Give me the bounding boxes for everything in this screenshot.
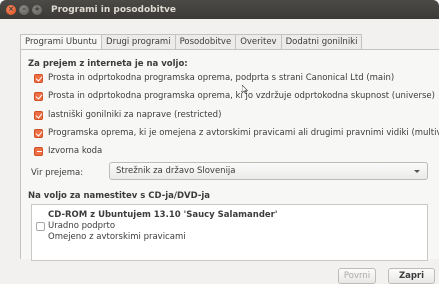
checkbox-icon[interactable] [34,91,43,101]
checkbox-label: Programska oprema, ki je omejena z avtor… [48,128,439,138]
tab-updates[interactable]: Posodobitve [175,34,237,50]
tab-additional-drivers[interactable]: Dodatni gonilniki [281,34,363,50]
checkbox-label: lastniški gonilniki za naprave (restrict… [48,110,222,120]
cdrom-checkbox[interactable] [36,222,45,231]
checkbox-icon[interactable] [34,73,43,83]
close-window-icon[interactable]: × [6,4,16,15]
cdrom-heading: Na voljo za namestitev s CD-ja/DVD-ja [28,191,211,201]
source-restricted-checkbox[interactable]: lastniški gonilniki za naprave (restrict… [34,109,221,121]
close-button[interactable]: Zapri [388,268,435,284]
checkbox-label: Prosta in odprtokodna programska oprema,… [48,73,395,83]
cdrom-list: CD-ROM z Ubuntujem 13.10 'Saucy Salamand… [31,204,428,261]
software-sources-window: × – + Programi in posodobitve Programi U… [0,0,439,284]
source-multiverse-checkbox[interactable]: Programska oprema, ki je omejena z avtor… [34,127,439,139]
checkbox-icon[interactable] [34,146,43,156]
source-main-checkbox[interactable]: Prosta in odprtokodna programska oprema,… [34,72,394,84]
source-universe-checkbox[interactable]: Prosta in odprtokodna programska oprema,… [34,90,435,102]
download-server-select[interactable]: Strežnik za državo Slovenija [109,162,428,180]
download-from-label: Vir prejema: [31,168,84,178]
checkbox-icon[interactable] [34,110,43,120]
checkbox-label: Izvorna koda [48,146,103,156]
cdrom-title: CD-ROM z Ubuntujem 13.10 'Saucy Salamand… [48,210,278,220]
internet-heading: Za prejem z interneta je na voljo: [28,59,188,69]
download-server-value: Strežnik za državo Slovenija [116,166,236,176]
tab-other-software[interactable]: Drugi programi [102,34,176,50]
minimize-window-icon[interactable]: – [19,4,29,15]
tab-panel: Za prejem z interneta je na voljo: Prost… [20,49,439,261]
cdrom-license-text: Omejeno z avtorskimi pravicami [48,232,186,242]
mouse-cursor-icon [242,85,248,94]
revert-button[interactable]: Povrni [338,268,376,284]
maximize-window-icon[interactable]: + [32,4,42,15]
source-code-checkbox[interactable]: Izvorna koda [34,145,102,157]
window-title: Programi in posodobitve [51,4,176,15]
tab-bar: Programi Ubuntu Drugi programi Posodobit… [20,34,363,50]
chevron-down-icon [414,170,420,173]
tab-authentication[interactable]: Overitev [236,34,282,50]
cdrom-support-text: Uradno podprto [48,221,116,231]
checkbox-icon[interactable] [34,128,43,138]
title-bar[interactable]: × – + Programi in posodobitve [0,0,439,19]
tab-ubuntu-software[interactable]: Programi Ubuntu [20,34,103,50]
